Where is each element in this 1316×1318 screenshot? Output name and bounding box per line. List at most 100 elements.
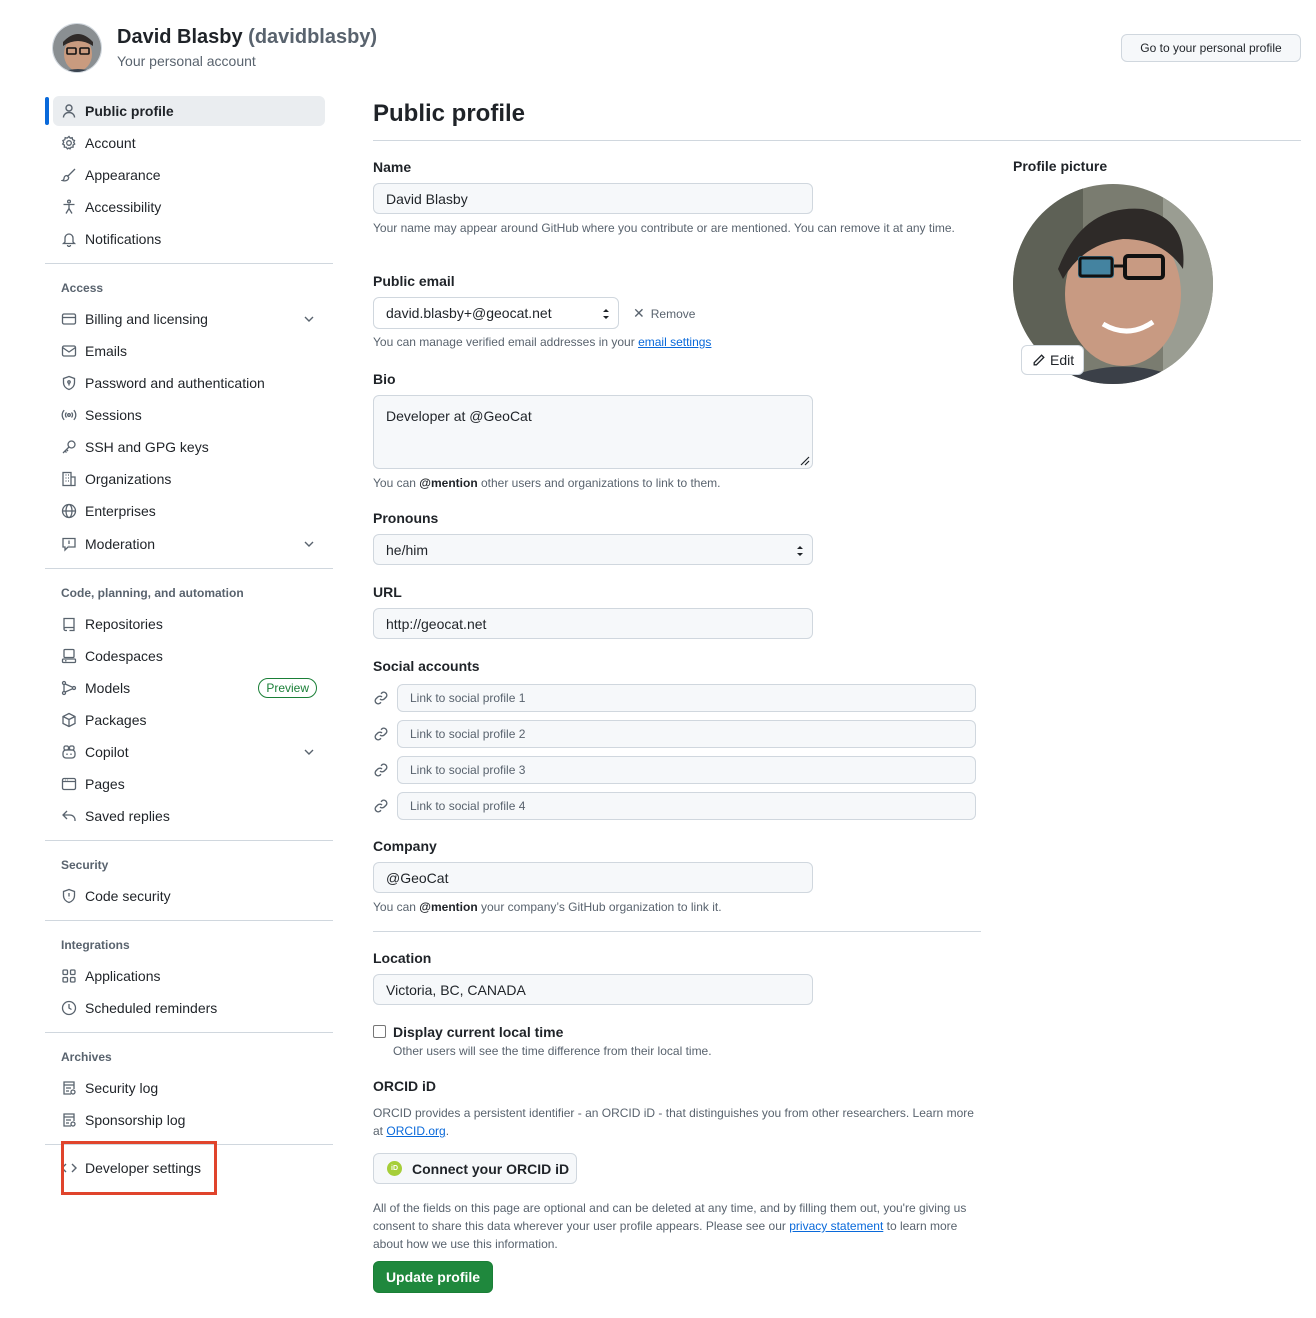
key-icon xyxy=(61,439,77,455)
sidebar-heading-security: Security xyxy=(61,858,109,872)
edit-label: Edit xyxy=(1050,352,1075,368)
reply-icon xyxy=(61,808,77,824)
resize-grip-icon[interactable] xyxy=(798,454,810,466)
location-label: Location xyxy=(373,950,432,966)
sidebar-item-repositories[interactable]: Repositories xyxy=(53,609,325,639)
sidebar-item-label: Organizations xyxy=(85,471,172,487)
update-profile-button[interactable]: Update profile xyxy=(373,1261,493,1293)
url-label: URL xyxy=(373,584,402,600)
sidebar-item-label: Notifications xyxy=(85,231,162,247)
gear-icon xyxy=(61,135,77,151)
company-label: Company xyxy=(373,838,437,854)
social-link-field-1[interactable]: Link to social profile 1 xyxy=(397,684,976,712)
orcid-note-period: . xyxy=(445,1124,450,1138)
codespaces-icon xyxy=(61,648,77,664)
sidebar-item-code-security[interactable]: Code security xyxy=(53,881,325,911)
url-field[interactable]: http://geocat.net xyxy=(373,608,813,639)
sidebar-item-codespaces[interactable]: Codespaces xyxy=(53,641,325,671)
sidebar-item-pages[interactable]: Pages xyxy=(53,769,325,799)
sidebar-item-label: Copilot xyxy=(85,744,129,760)
edit-profile-picture-button[interactable]: Edit xyxy=(1021,345,1084,375)
company-note-prefix: You can xyxy=(373,900,416,914)
public-email-select[interactable]: david.blasby+@geocat.net xyxy=(373,297,619,329)
sidebar-item-label: Public profile xyxy=(85,103,174,119)
email-settings-link[interactable]: email settings xyxy=(638,335,711,349)
header-avatar[interactable] xyxy=(52,23,102,73)
sidebar-item-accessibility[interactable]: Accessibility xyxy=(53,192,325,222)
orcid-note-text: ORCID provides a persistent identifier -… xyxy=(373,1106,974,1138)
header-handle: (davidblasby) xyxy=(248,26,378,48)
sidebar-item-organizations[interactable]: Organizations xyxy=(53,464,325,494)
sidebar-item-password[interactable]: Password and authentication xyxy=(53,368,325,398)
social-link-field-2[interactable]: Link to social profile 2 xyxy=(397,720,976,748)
header-account-name: David Blasby (davidblasby) xyxy=(117,26,377,49)
sidebar-item-public-profile[interactable]: Public profile xyxy=(53,96,325,126)
name-field[interactable]: David Blasby xyxy=(373,183,813,214)
link-icon xyxy=(374,763,388,777)
sidebar-item-security-log[interactable]: Security log xyxy=(53,1073,325,1103)
sidebar-item-appearance[interactable]: Appearance xyxy=(53,160,325,190)
sidebar-item-ssh-gpg-keys[interactable]: SSH and GPG keys xyxy=(53,432,325,462)
sidebar-item-account[interactable]: Account xyxy=(53,128,325,158)
highlight-annotation-box xyxy=(61,1141,217,1195)
close-icon: ✕ xyxy=(633,305,645,321)
name-label: Name xyxy=(373,159,412,175)
sidebar-item-models[interactable]: Models Preview xyxy=(53,673,325,703)
company-note: You can @mention your company’s GitHub o… xyxy=(373,898,973,916)
bio-note-suffix: other users and organizations to link to… xyxy=(481,476,721,490)
sidebar-item-billing[interactable]: Billing and licensing xyxy=(53,304,325,334)
sidebar-item-label: Sessions xyxy=(85,407,142,423)
chevron-down-icon[interactable] xyxy=(301,744,317,760)
sidebar-item-label: Applications xyxy=(85,968,161,984)
apps-icon xyxy=(61,968,77,984)
sidebar-item-saved-replies[interactable]: Saved replies xyxy=(53,801,325,831)
connect-orcid-button[interactable]: iD Connect your ORCID iD xyxy=(373,1153,577,1184)
link-icon xyxy=(374,727,388,741)
social-accounts-label: Social accounts xyxy=(373,658,480,674)
sidebar-item-notifications[interactable]: Notifications xyxy=(53,224,325,254)
globe-icon xyxy=(61,503,77,519)
public-email-value: david.blasby+@geocat.net xyxy=(386,305,552,321)
email-note-text: You can manage verified email addresses … xyxy=(373,335,635,349)
sidebar-item-label: Appearance xyxy=(85,167,161,183)
sidebar-item-sponsorship-log[interactable]: Sponsorship log xyxy=(53,1105,325,1135)
remove-email-button[interactable]: ✕ Remove xyxy=(633,305,695,322)
broadcast-icon xyxy=(61,407,77,423)
display-local-time-label[interactable]: Display current local time xyxy=(393,1024,563,1040)
pronouns-label: Pronouns xyxy=(373,510,439,526)
bio-value: Developer at @GeoCat xyxy=(386,408,532,424)
privacy-statement-link[interactable]: privacy statement xyxy=(789,1219,883,1233)
sidebar-item-applications[interactable]: Applications xyxy=(53,961,325,991)
sidebar-item-label: Security log xyxy=(85,1080,159,1096)
package-icon xyxy=(61,712,77,728)
sidebar-item-sessions[interactable]: Sessions xyxy=(53,400,325,430)
page-title: Public profile xyxy=(373,100,526,127)
location-field[interactable]: Victoria, BC, CANADA xyxy=(373,974,813,1005)
sidebar-item-label: Account xyxy=(85,135,136,151)
social-link-field-3[interactable]: Link to social profile 3 xyxy=(397,756,976,784)
orcid-org-link[interactable]: ORCID.org xyxy=(386,1124,445,1138)
social-link-field-4[interactable]: Link to social profile 4 xyxy=(397,792,976,820)
header-subtitle: Your personal account xyxy=(117,53,256,69)
bell-icon xyxy=(61,231,77,247)
sidebar-item-enterprises[interactable]: Enterprises xyxy=(53,496,325,526)
display-local-time-checkbox[interactable] xyxy=(373,1025,386,1038)
sidebar-item-emails[interactable]: Emails xyxy=(53,336,325,366)
company-field[interactable]: @GeoCat xyxy=(373,862,813,893)
pronouns-select[interactable]: he/him xyxy=(373,534,813,565)
sidebar-item-packages[interactable]: Packages xyxy=(53,705,325,735)
local-time-note: Other users will see the time difference… xyxy=(393,1044,712,1058)
sidebar-divider xyxy=(45,840,333,841)
chevron-down-icon[interactable] xyxy=(301,536,317,552)
sidebar-item-label: SSH and GPG keys xyxy=(85,439,209,455)
sidebar-item-scheduled-reminders[interactable]: Scheduled reminders xyxy=(53,993,325,1023)
chevron-down-icon[interactable] xyxy=(301,311,317,327)
select-arrows-icon xyxy=(797,546,803,556)
bio-textarea[interactable]: Developer at @GeoCat xyxy=(373,395,813,469)
copilot-icon xyxy=(61,744,77,760)
go-to-personal-profile-button[interactable]: Go to your personal profile xyxy=(1121,34,1301,62)
sidebar-item-label: Sponsorship log xyxy=(85,1112,186,1128)
sidebar-item-copilot[interactable]: Copilot xyxy=(53,737,325,767)
sidebar-item-label: Saved replies xyxy=(85,808,170,824)
sidebar-item-moderation[interactable]: Moderation xyxy=(53,529,325,559)
